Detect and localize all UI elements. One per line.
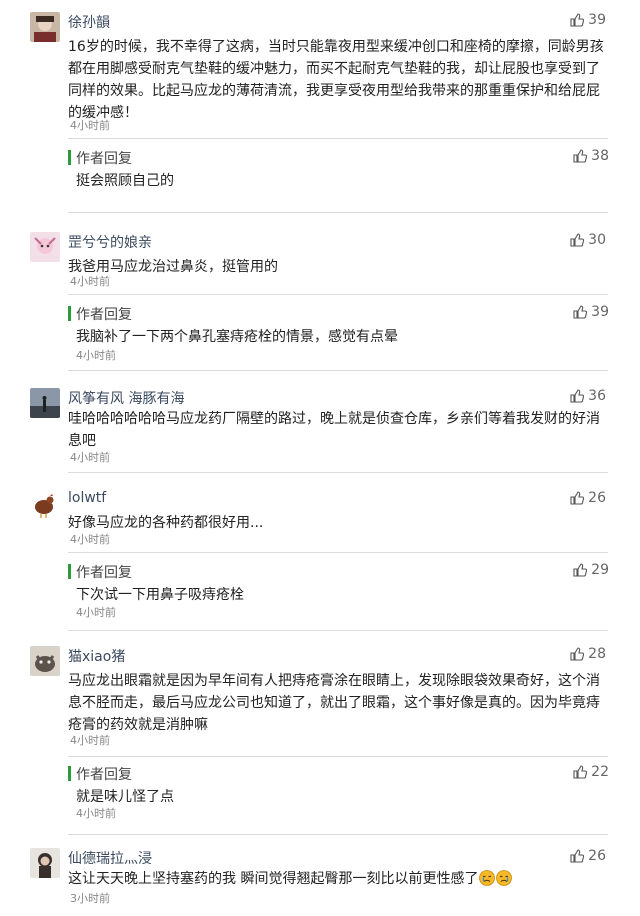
divider — [68, 138, 608, 139]
divider — [68, 370, 608, 371]
crying-face-icon — [479, 870, 496, 886]
timestamp: 4小时前 — [70, 119, 110, 132]
reply-label: 作者回复 — [68, 304, 132, 324]
author-name[interactable]: 徐孙韻 — [68, 12, 110, 32]
reply-text: 我脑补了一下两个鼻孔塞痔疮栓的情景，感觉有点晕 — [76, 329, 398, 345]
reply-label: 作者回复 — [68, 562, 132, 582]
like-count: 36 — [588, 388, 606, 404]
comment-text: 16岁的时候，我不幸得了这病，当时只能靠夜用型来缓冲创口和座椅的摩擦，同龄男孩都… — [68, 39, 604, 121]
avatar[interactable] — [30, 848, 60, 878]
like-button[interactable]: 39 — [570, 12, 606, 28]
divider — [68, 294, 608, 295]
comment-text: 我爸用马应龙治过鼻炎，挺管用的 — [68, 259, 278, 275]
like-count: 38 — [591, 148, 609, 164]
author-reply: 作者回复 39 我脑补了一下两个鼻孔塞痔疮栓的情景，感觉有点晕 4小时前 — [68, 304, 609, 364]
like-button[interactable]: 39 — [573, 304, 609, 320]
reply-text: 挺会照顾自己的 — [76, 173, 174, 189]
thumbs-up-icon — [570, 849, 585, 863]
thumbs-up-icon — [570, 647, 585, 661]
reply-text: 就是味儿怪了点 — [76, 789, 174, 805]
thumbs-up-icon — [573, 765, 588, 779]
like-button[interactable]: 38 — [573, 148, 609, 164]
reply-bar — [68, 150, 71, 165]
like-button[interactable]: 26 — [570, 490, 606, 506]
thumbs-up-icon — [573, 305, 588, 319]
thumbs-up-icon — [570, 389, 585, 403]
comment-text: 这让天天晚上坚持塞药的我 瞬间觉得翘起臀那一刻比以前更性感了 — [68, 868, 608, 890]
author-name[interactable]: 风筝有风 海豚有海 — [68, 388, 184, 408]
like-count: 39 — [591, 304, 609, 320]
comment-text: 好像马应龙的各种药都很好用... — [68, 515, 264, 531]
divider — [68, 472, 608, 473]
divider — [68, 630, 608, 631]
like-button[interactable]: 30 — [570, 232, 606, 248]
thumbs-up-icon — [573, 149, 588, 163]
reply-label: 作者回复 — [68, 764, 132, 784]
timestamp: 4小时前 — [70, 734, 110, 747]
like-count: 26 — [588, 490, 606, 506]
like-count: 22 — [591, 764, 609, 780]
thumbs-up-icon — [570, 13, 585, 27]
divider — [68, 834, 608, 835]
like-count: 26 — [588, 848, 606, 864]
avatar[interactable] — [30, 388, 60, 418]
like-count: 29 — [591, 562, 609, 578]
author-name[interactable]: 罡兮兮的娘亲 — [68, 232, 152, 252]
author-name[interactable]: 猫xiao猪 — [68, 646, 125, 666]
timestamp: 4小时前 — [70, 275, 110, 288]
like-button[interactable]: 26 — [570, 848, 606, 864]
reply-bar — [68, 306, 71, 321]
author-reply: 作者回复 38 挺会照顾自己的 — [68, 148, 609, 189]
reply-text: 下次试一下用鼻子吸痔疮栓 — [76, 587, 244, 603]
author-reply: 作者回复 29 下次试一下用鼻子吸痔疮栓 4小时前 — [68, 562, 609, 622]
thumbs-up-icon — [573, 563, 588, 577]
like-button[interactable]: 22 — [573, 764, 609, 780]
timestamp: 4小时前 — [70, 533, 110, 546]
timestamp: 3小时前 — [70, 892, 110, 905]
avatar[interactable] — [30, 490, 60, 520]
thumbs-up-icon — [570, 233, 585, 247]
divider — [68, 212, 608, 213]
avatar[interactable] — [30, 232, 60, 262]
avatar[interactable] — [30, 646, 60, 676]
reply-label: 作者回复 — [68, 148, 132, 168]
comment-feed: 徐孙韻 39 16岁的时候，我不幸得了这病，当时只能靠夜用型来缓冲创口和座椅的摩… — [0, 0, 640, 916]
timestamp: 4小时前 — [76, 349, 116, 362]
crying-face-icon — [496, 870, 513, 886]
like-button[interactable]: 36 — [570, 388, 606, 404]
author-name[interactable]: lolwtf — [68, 490, 106, 506]
like-count: 30 — [588, 232, 606, 248]
divider — [68, 756, 608, 757]
timestamp: 4小时前 — [76, 807, 116, 820]
like-count: 28 — [588, 646, 606, 662]
author-reply: 作者回复 22 就是味儿怪了点 4小时前 — [68, 764, 609, 824]
comment-text: 哇哈哈哈哈哈哈马应龙药厂隔壁的路过，晚上就是侦查仓库，乡亲们等着我发财的好消息吧 — [68, 411, 600, 449]
like-button[interactable]: 28 — [570, 646, 606, 662]
thumbs-up-icon — [570, 491, 585, 505]
reply-bar — [68, 766, 71, 781]
timestamp: 4小时前 — [76, 606, 116, 619]
timestamp: 4小时前 — [70, 451, 110, 464]
author-name[interactable]: 仙德瑞拉灬浸 — [68, 848, 152, 868]
comment-text: 马应龙出眼霜就是因为早年间有人把痔疮膏涂在眼睛上，发现除眼袋效果奇好，这个消息不… — [68, 673, 600, 733]
avatar[interactable] — [30, 12, 60, 42]
like-count: 39 — [588, 12, 606, 28]
like-button[interactable]: 29 — [573, 562, 609, 578]
reply-bar — [68, 564, 71, 579]
divider — [68, 552, 608, 553]
